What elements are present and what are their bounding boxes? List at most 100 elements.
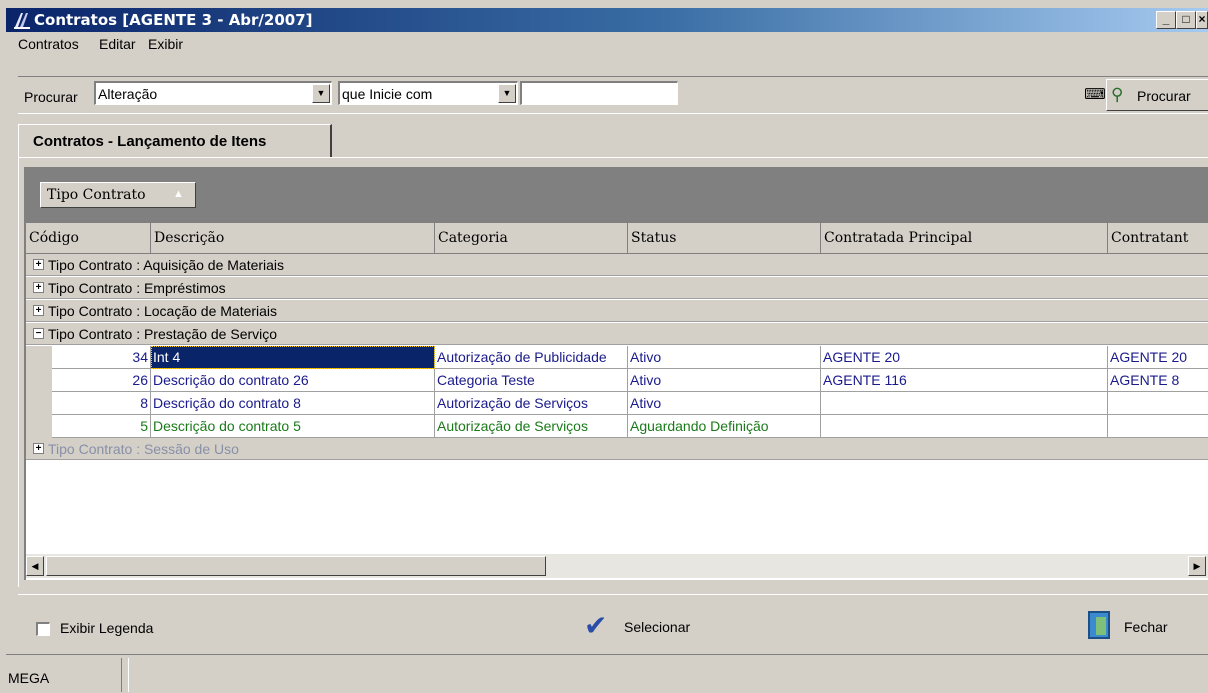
show-legend-label[interactable]: Exibir Legenda (60, 620, 153, 636)
group-label: Tipo Contrato : Prestação de Serviço (48, 326, 278, 342)
scroll-left-icon[interactable]: ◀ (26, 556, 44, 576)
cell-codigo[interactable]: 34 (52, 346, 151, 369)
search-label: Procurar (24, 89, 78, 105)
filter-icon[interactable]: ⌨ (1084, 85, 1106, 105)
cell-descricao[interactable]: Descrição do contrato 5 (151, 415, 435, 438)
group-by-chip[interactable]: Tipo Contrato ▲ (40, 182, 196, 208)
column-header-row: Código Descrição Categoria Status Contra… (26, 223, 1208, 254)
cell-categoria[interactable]: Categoria Teste (435, 369, 628, 392)
chevron-down-icon[interactable]: ▼ (498, 84, 516, 103)
menu-exibir[interactable]: Exibir (148, 36, 183, 52)
group-row[interactable]: + Tipo Contrato : Empréstimos (26, 277, 1208, 299)
expand-icon[interactable]: + (33, 282, 44, 293)
contracts-grid[interactable]: Tipo Contrato ▲ Código Descrição Categor… (24, 167, 1208, 580)
group-row[interactable]: + Tipo Contrato : Aquisição de Materiais (26, 254, 1208, 276)
status-bar: MEGA (6, 654, 1208, 693)
app-logo-icon (14, 13, 30, 29)
tab-label: Contratos - Lançamento de Itens (33, 133, 267, 150)
search-field-select[interactable]: Alteração ▼ (94, 81, 332, 105)
cell-descricao[interactable]: Int 4 (151, 346, 435, 369)
cell-contratada[interactable] (821, 392, 1108, 415)
search-field-value: Alteração (98, 86, 158, 102)
column-header-categoria[interactable]: Categoria (435, 223, 628, 254)
search-button-label: Procurar (1137, 88, 1191, 104)
horizontal-scrollbar[interactable]: ◀ ▶ (26, 554, 1208, 578)
cell-categoria[interactable]: Autorização de Publicidade (435, 346, 628, 369)
search-toolbar: Procurar Alteração ▼ que Inicie com ▼ ⌨ … (18, 76, 1208, 114)
status-text: MEGA (8, 670, 50, 686)
tab-contratos-itens[interactable]: Contratos - Lançamento de Itens (18, 124, 332, 158)
cell-codigo[interactable]: 26 (52, 369, 151, 392)
footer-bar: Exibir Legenda ✔ Selecionar Fechar (18, 594, 1208, 650)
cell-codigo[interactable]: 8 (52, 392, 151, 415)
status-pane: MEGA (6, 658, 122, 692)
cell-categoria[interactable]: Autorização de Serviços (435, 415, 628, 438)
close-window-button[interactable]: × (1196, 11, 1208, 29)
cell-descricao[interactable]: Descrição do contrato 8 (151, 392, 435, 415)
table-row[interactable]: 34 Int 4 Autorização de Publicidade Ativ… (26, 346, 1208, 369)
group-label: Tipo Contrato : Sessão de Uso (48, 441, 239, 457)
door-exit-icon (1088, 611, 1110, 639)
cell-status[interactable]: Aguardando Definição (628, 415, 821, 438)
contratos-window: Contratos [AGENTE 3 - Abr/2007] _ □ × Co… (0, 0, 1208, 693)
cell-status[interactable]: Ativo (628, 346, 821, 369)
cell-categoria[interactable]: Autorização de Serviços (435, 392, 628, 415)
row-indent (26, 392, 52, 415)
row-indent (26, 415, 52, 438)
binoculars-icon: ⚲ (1111, 85, 1124, 104)
window-title: Contratos [AGENTE 3 - Abr/2007] (34, 11, 313, 29)
group-row[interactable]: + Tipo Contrato : Sessão de Uso (26, 438, 1208, 460)
search-operator-value: que Inicie com (342, 86, 433, 102)
minimize-button[interactable]: _ (1156, 11, 1176, 29)
cell-status[interactable]: Ativo (628, 392, 821, 415)
cell-contratada[interactable] (821, 415, 1108, 438)
close-button[interactable]: Fechar (1084, 607, 1194, 643)
row-indent (26, 346, 52, 369)
maximize-button[interactable]: □ (1176, 11, 1196, 29)
select-button-label: Selecionar (624, 619, 691, 635)
search-text-input[interactable] (520, 81, 678, 105)
chevron-down-icon[interactable]: ▼ (312, 84, 330, 103)
sort-asc-icon: ▲ (173, 188, 184, 200)
cell-contratante[interactable] (1108, 392, 1208, 415)
status-pane-secondary (128, 658, 1208, 692)
scroll-thumb[interactable] (46, 556, 546, 576)
column-header-contratada[interactable]: Contratada Principal (821, 223, 1108, 254)
cell-contratada[interactable]: AGENTE 20 (821, 346, 1108, 369)
close-button-label: Fechar (1124, 619, 1168, 635)
group-label: Tipo Contrato : Aquisição de Materiais (48, 257, 285, 273)
show-legend-checkbox[interactable] (36, 622, 50, 636)
expand-icon[interactable]: + (33, 443, 44, 454)
title-bar[interactable]: Contratos [AGENTE 3 - Abr/2007] _ □ × (6, 8, 1208, 32)
table-row[interactable]: 5 Descrição do contrato 5 Autorização de… (26, 415, 1208, 438)
group-row[interactable]: + Tipo Contrato : Locação de Materiais (26, 300, 1208, 322)
cell-codigo[interactable]: 5 (52, 415, 151, 438)
cell-contratada[interactable]: AGENTE 116 (821, 369, 1108, 392)
table-row[interactable]: 26 Descrição do contrato 26 Categoria Te… (26, 369, 1208, 392)
cell-contratante[interactable]: AGENTE 20 (1108, 346, 1208, 369)
collapse-icon[interactable]: − (33, 328, 44, 339)
group-by-panel: Tipo Contrato ▲ (26, 169, 1208, 223)
search-operator-select[interactable]: que Inicie com ▼ (338, 81, 518, 105)
menu-editar[interactable]: Editar (99, 36, 136, 52)
column-header-descricao[interactable]: Descrição (151, 223, 435, 254)
group-label: Tipo Contrato : Locação de Materiais (48, 303, 278, 319)
expand-icon[interactable]: + (33, 305, 44, 316)
menu-contratos[interactable]: Contratos (18, 36, 79, 52)
cell-contratante[interactable] (1108, 415, 1208, 438)
cell-contratante[interactable]: AGENTE 8 (1108, 369, 1208, 392)
search-button[interactable]: ⚲ Procurar (1106, 79, 1208, 111)
group-by-label: Tipo Contrato (47, 187, 146, 203)
column-header-contratante[interactable]: Contratant (1108, 223, 1208, 254)
row-indent (26, 369, 52, 392)
select-button[interactable]: ✔ Selecionar (580, 607, 740, 643)
cell-descricao[interactable]: Descrição do contrato 26 (151, 369, 435, 392)
group-row[interactable]: − Tipo Contrato : Prestação de Serviço (26, 323, 1208, 345)
column-header-codigo[interactable]: Código (26, 223, 151, 254)
table-row[interactable]: 8 Descrição do contrato 8 Autorização de… (26, 392, 1208, 415)
expand-icon[interactable]: + (33, 259, 44, 270)
scroll-right-icon[interactable]: ▶ (1188, 556, 1206, 576)
group-label: Tipo Contrato : Empréstimos (48, 280, 226, 296)
cell-status[interactable]: Ativo (628, 369, 821, 392)
column-header-status[interactable]: Status (628, 223, 821, 254)
